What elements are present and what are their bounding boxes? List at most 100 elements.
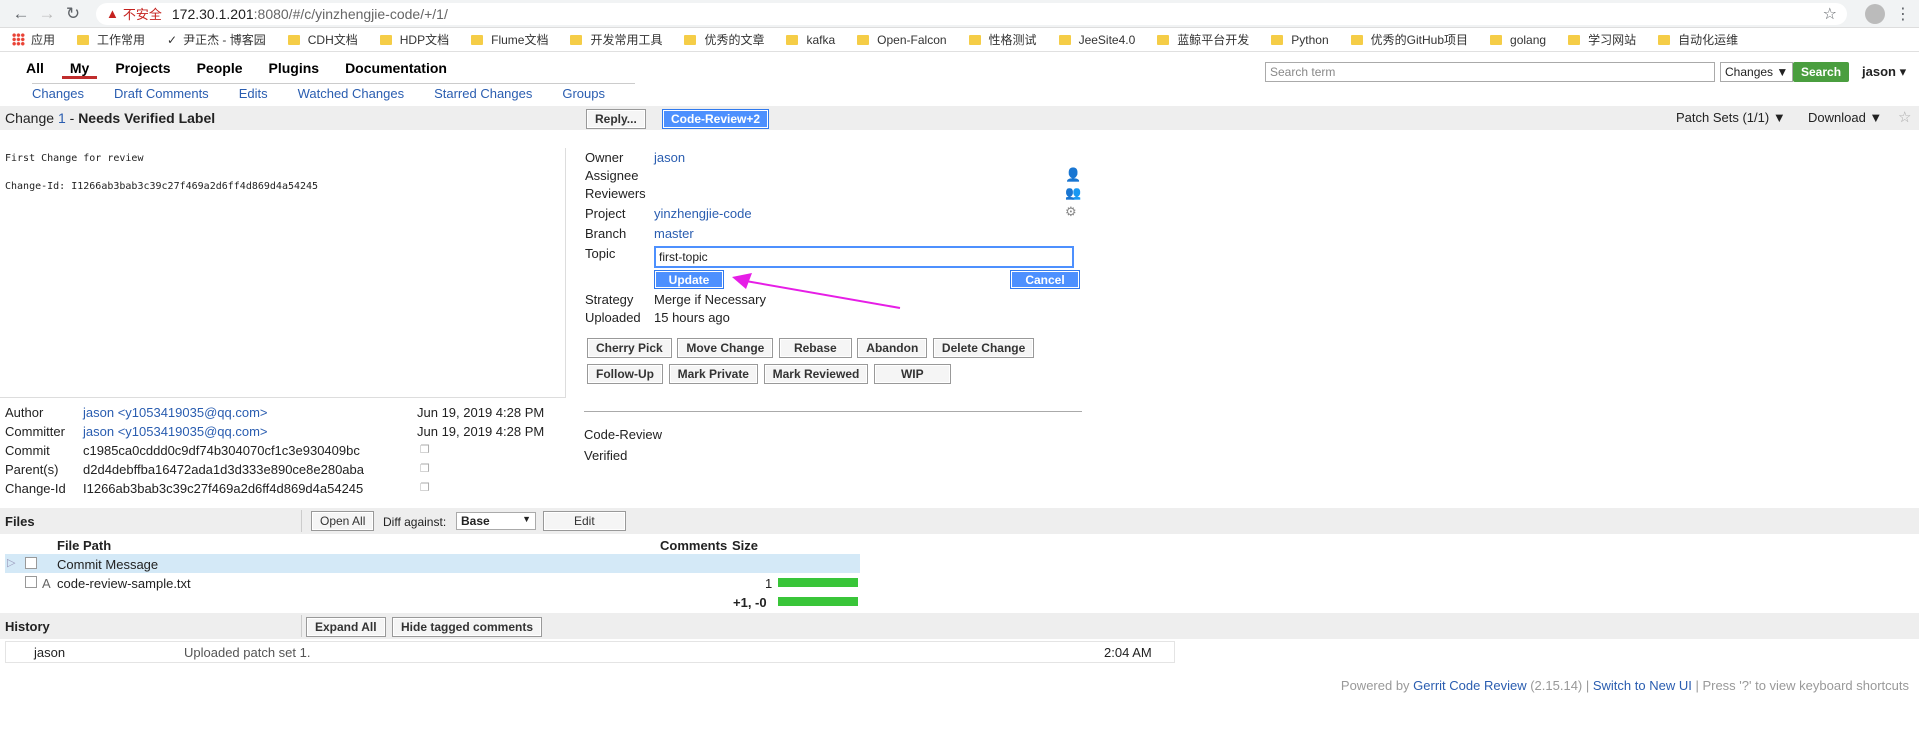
bookmark-item[interactable]: 性格测试	[968, 31, 1037, 48]
address-bar[interactable]: ▲ 不安全 172.30.1.201:8080/#/c/yinzhengjie-…	[96, 2, 1847, 25]
user-menu[interactable]: jason ▾	[1862, 64, 1906, 80]
star-icon[interactable]: ☆	[1898, 108, 1911, 126]
reviewed-checkbox[interactable]	[25, 576, 37, 588]
cherry-pick-button[interactable]: Cherry Pick	[587, 338, 672, 358]
edit-assignee-icon[interactable]: 👤	[1065, 167, 1081, 183]
bookmark-item[interactable]: CDH文档	[287, 31, 358, 48]
file-path[interactable]: Commit Message	[57, 557, 158, 572]
bookmark-item[interactable]: JeeSite4.0	[1058, 33, 1135, 47]
forward-icon[interactable]: →	[34, 4, 60, 24]
bookmark-item[interactable]: Open-Falcon	[857, 33, 947, 47]
menu-my[interactable]: My	[61, 60, 98, 79]
bookmark-item[interactable]: 优秀的GitHub项目	[1350, 31, 1468, 48]
history-entry[interactable]: jason Uploaded patch set 1. 2:04 AM	[5, 641, 1175, 663]
label-code-review: Code-Review	[584, 427, 663, 442]
bookmark-item[interactable]: golang	[1490, 33, 1546, 47]
cancel-button[interactable]: Cancel	[1010, 270, 1080, 289]
topic-input[interactable]: first-topic	[654, 246, 1074, 268]
bookmark-apps[interactable]: 应用	[12, 31, 55, 48]
project-link[interactable]: yinzhengjie-code	[654, 206, 752, 221]
open-all-button[interactable]: Open All	[311, 511, 375, 531]
reviewers-label: Reviewers	[585, 186, 646, 201]
file-size: 1	[765, 576, 773, 591]
table-row[interactable]: A code-review-sample.txt 1	[5, 573, 860, 592]
search-input[interactable]: Search term	[1265, 62, 1715, 82]
reload-icon[interactable]: ↻	[60, 4, 86, 24]
menu-documentation[interactable]: Documentation	[345, 60, 447, 79]
branch-link[interactable]: master	[654, 226, 694, 241]
download-dropdown[interactable]: Download ▼	[1808, 110, 1882, 125]
history-title: History	[5, 619, 50, 634]
search-button[interactable]: Search	[1793, 62, 1850, 82]
menu-all[interactable]: All	[26, 60, 44, 79]
change-number[interactable]: 1	[58, 110, 66, 126]
bookmark-item[interactable]: 工作常用	[77, 31, 145, 48]
folder-icon	[1658, 34, 1671, 45]
dropdown-arrow-icon: ▼	[522, 514, 531, 524]
mark-private-button[interactable]: Mark Private	[668, 364, 758, 384]
folder-icon	[857, 34, 870, 45]
files-title: Files	[5, 514, 35, 529]
hide-tagged-comments-button[interactable]: Hide tagged comments	[392, 617, 543, 637]
committer-link[interactable]: jason <y1053419035@qq.com>	[83, 424, 268, 439]
bookmark-item[interactable]: kafka	[786, 33, 835, 47]
gear-icon[interactable]: ⚙	[1065, 204, 1077, 220]
delete-change-button[interactable]: Delete Change	[932, 338, 1035, 358]
author-link[interactable]: jason <y1053419035@qq.com>	[83, 405, 268, 420]
patch-sets-dropdown[interactable]: Patch Sets (1/1) ▼	[1676, 110, 1786, 125]
more-menu-icon[interactable]: ⋮	[1895, 4, 1911, 24]
menu-people[interactable]: People	[197, 60, 243, 79]
reply-button[interactable]: Reply...	[586, 109, 646, 129]
submenu-edits[interactable]: Edits	[239, 86, 268, 101]
submenu-draft-comments[interactable]: Draft Comments	[114, 86, 209, 101]
bookmark-item[interactable]: 学习网站	[1568, 31, 1636, 48]
copy-icon[interactable]: ❐	[420, 462, 430, 475]
back-icon[interactable]: ←	[8, 4, 34, 24]
edit-button[interactable]: Edit	[543, 511, 626, 531]
bookmark-item[interactable]: 开发常用工具	[570, 31, 662, 48]
copy-icon[interactable]: ❐	[420, 481, 430, 494]
rebase-button[interactable]: Rebase	[778, 338, 852, 358]
move-change-button[interactable]: Move Change	[677, 338, 774, 358]
bookmark-star-icon[interactable]: ☆	[1823, 4, 1837, 24]
abandon-button[interactable]: Abandon	[857, 338, 928, 358]
switch-ui-link[interactable]: Switch to New UI	[1593, 678, 1692, 693]
follow-up-button[interactable]: Follow-Up	[587, 364, 663, 384]
reviewed-checkbox[interactable]	[25, 557, 37, 569]
copy-icon[interactable]: ❐	[420, 443, 430, 456]
bookmark-item[interactable]: Python	[1271, 33, 1329, 47]
code-review-plus2-button[interactable]: Code-Review+2	[662, 109, 770, 129]
folder-icon	[684, 34, 697, 45]
owner-link[interactable]: jason	[654, 150, 685, 165]
expand-arrow-icon[interactable]: ▷	[7, 556, 15, 569]
bookmark-item[interactable]: HDP文档	[379, 31, 449, 48]
action-buttons-row2: Follow-Up Mark Private Mark Reviewed WIP	[587, 364, 953, 384]
submenu-starred-changes[interactable]: Starred Changes	[434, 86, 532, 101]
change-status: Needs Verified Label	[78, 110, 216, 126]
bookmark-item[interactable]: ✓ 尹正杰 - 博客园	[167, 31, 266, 48]
submenu-watched-changes[interactable]: Watched Changes	[298, 86, 404, 101]
wip-button[interactable]: WIP	[873, 364, 951, 384]
apps-icon	[12, 33, 25, 46]
bookmark-item[interactable]: 优秀的文章	[684, 31, 764, 48]
bookmark-item[interactable]: 蓝鲸平台开发	[1157, 31, 1249, 48]
expand-all-button[interactable]: Expand All	[306, 617, 386, 637]
submenu-changes[interactable]: Changes	[32, 86, 84, 101]
mark-reviewed-button[interactable]: Mark Reviewed	[763, 364, 869, 384]
file-path[interactable]: code-review-sample.txt	[57, 576, 191, 591]
diff-base-select[interactable]: Base ▼	[456, 512, 536, 530]
search-scope-select[interactable]: Changes ▼	[1720, 62, 1794, 82]
change-header: Change 1 - Needs Verified Label Reply...…	[0, 106, 1919, 130]
menu-plugins[interactable]: Plugins	[269, 60, 320, 79]
table-row[interactable]: ▷ Commit Message	[5, 554, 860, 573]
add-reviewer-icon[interactable]: 👥	[1065, 185, 1081, 201]
folder-icon	[1490, 34, 1503, 45]
bookmark-item[interactable]: 自动化运维	[1658, 31, 1738, 48]
commit-metadata: Author jason <y1053419035@qq.com> Jun 19…	[5, 405, 565, 500]
menu-projects[interactable]: Projects	[115, 60, 170, 79]
gerrit-link[interactable]: Gerrit Code Review	[1413, 678, 1526, 693]
update-button[interactable]: Update	[654, 270, 724, 289]
submenu-groups[interactable]: Groups	[562, 86, 605, 101]
bookmark-item[interactable]: Flume文档	[471, 31, 548, 48]
profile-avatar[interactable]	[1865, 3, 1885, 24]
